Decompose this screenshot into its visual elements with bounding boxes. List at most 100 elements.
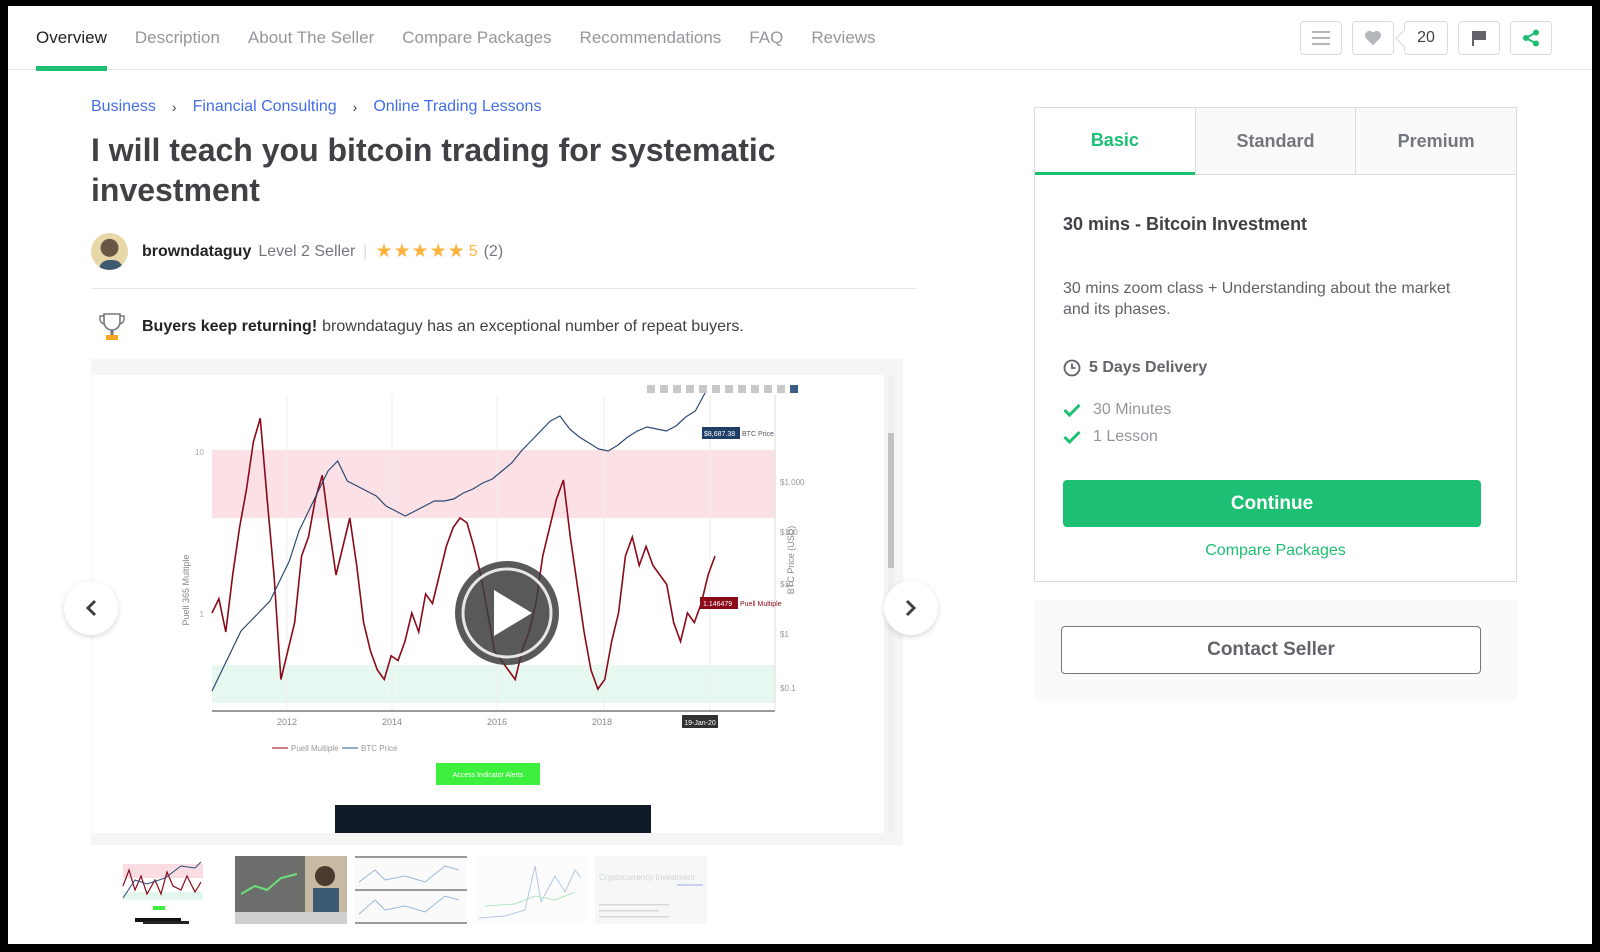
delivery-label: 5 Days Delivery — [1089, 359, 1208, 376]
feature-label: 1 Lesson — [1093, 427, 1158, 445]
legend-btc-label: BTC Price — [361, 744, 398, 753]
gallery-prev-button[interactable] — [64, 581, 118, 635]
page-frame: Overview Description About The Seller Co… — [8, 6, 1592, 944]
y-right-tick: $0.1 — [780, 684, 796, 693]
chart-toolbar-icon — [647, 385, 655, 393]
thumbnail-4[interactable] — [475, 856, 587, 924]
package-features: 30 Minutes 1 Lesson — [1063, 396, 1171, 450]
contact-seller-panel: Contact Seller — [1034, 600, 1517, 701]
breadcrumb-business[interactable]: Business — [91, 98, 156, 116]
tab-about-seller[interactable]: About The Seller — [248, 6, 374, 70]
review-count[interactable]: (2) — [484, 243, 504, 261]
scrollbar-thumb[interactable] — [888, 433, 894, 568]
seller-name-link[interactable]: browndataguy — [142, 243, 251, 261]
tab-reviews[interactable]: Reviews — [811, 6, 875, 70]
chart-toolbar-icon — [686, 385, 694, 393]
flag-icon — [1472, 31, 1486, 46]
package-tab-basic[interactable]: Basic — [1035, 108, 1195, 175]
tab-recommendations[interactable]: Recommendations — [580, 6, 722, 70]
gig-title: I will teach you bitcoin trading for sys… — [91, 132, 776, 208]
package-description: 30 mins zoom class + Understanding about… — [1063, 280, 1451, 318]
thumbnail-2[interactable] — [235, 856, 347, 924]
package-title: 30 mins - Bitcoin Investment — [1063, 214, 1308, 234]
breadcrumb: Business › Financial Consulting › Online… — [91, 98, 541, 116]
repeat-buyers-heading: Buyers keep returning! — [142, 318, 318, 335]
chart-toolbar-icon — [738, 385, 746, 393]
package-tab-standard[interactable]: Standard — [1194, 108, 1356, 175]
y-left-tick: 1 — [200, 610, 205, 619]
tab-compare-packages[interactable]: Compare Packages — [402, 6, 551, 70]
package-tabs: Basic Standard Premium — [1035, 108, 1517, 175]
chart-toolbar-icon — [777, 385, 785, 393]
x-tick-label: 2016 — [487, 717, 507, 727]
gallery-thumbnails: Cryptocurrency Investment — [115, 856, 715, 924]
top-navigation: Overview Description About The Seller Co… — [8, 6, 1592, 71]
contact-seller-button[interactable]: Contact Seller — [1061, 626, 1481, 674]
chart-toolbar-icon — [712, 385, 720, 393]
y-right-tick: $1,000 — [780, 478, 805, 487]
overvalued-band — [212, 450, 775, 518]
divider — [91, 288, 916, 289]
thumbnail-5[interactable]: Cryptocurrency Investment — [595, 856, 707, 924]
puell-tooltip-label: Puell Multiple — [740, 601, 782, 608]
chevron-right-icon — [905, 599, 917, 617]
chart-toolbar-icon — [660, 385, 668, 393]
seller-overview: browndataguy Level 2 Seller | ★ ★ ★ ★ ★ 5 (2… — [91, 233, 503, 270]
svg-text:Cryptocurrency Investment: Cryptocurrency Investment — [599, 873, 695, 882]
feature-item: 1 Lesson — [1063, 423, 1171, 450]
separator: | — [363, 242, 368, 260]
package-tab-premium[interactable]: Premium — [1355, 108, 1517, 175]
thumbnail-3[interactable] — [355, 856, 467, 924]
seller-level: Level 2 Seller — [258, 242, 356, 260]
star-icon: ★ — [429, 241, 448, 262]
share-icon — [1523, 29, 1539, 47]
tab-faq[interactable]: FAQ — [749, 6, 783, 70]
check-icon — [1063, 403, 1081, 417]
chevron-right-icon: › — [171, 99, 177, 115]
chart-toolbar-icon — [790, 385, 798, 393]
chevron-right-icon: › — [352, 99, 358, 115]
legend-puell-label: Puell Multiple — [291, 744, 339, 753]
tab-overview[interactable]: Overview — [36, 6, 107, 71]
seller-avatar[interactable] — [91, 233, 128, 270]
thumbnail-1[interactable] — [115, 856, 227, 924]
section-tabs: Overview Description About The Seller Co… — [36, 6, 904, 71]
x-tick-label: 2018 — [592, 717, 612, 727]
puell-tooltip-value: 1.146479 — [703, 601, 732, 608]
star-icon: ★ — [411, 241, 430, 262]
share-button[interactable] — [1510, 21, 1552, 55]
feature-label: 30 Minutes — [1093, 400, 1172, 418]
y-left-tick: 10 — [195, 448, 204, 457]
star-icon: ★ — [375, 241, 394, 262]
undervalued-band — [212, 665, 775, 703]
clock-icon — [1063, 359, 1081, 377]
chart-toolbar-icon — [764, 385, 772, 393]
breadcrumb-online-trading-lessons[interactable]: Online Trading Lessons — [373, 98, 541, 116]
check-icon — [1063, 430, 1081, 444]
breadcrumb-financial-consulting[interactable]: Financial Consulting — [193, 98, 337, 116]
star-icon: ★ — [393, 241, 412, 262]
like-button[interactable] — [1352, 21, 1394, 55]
chart-toolbar-icon — [673, 385, 681, 393]
btc-tooltip-value: $8,687.38 — [704, 431, 735, 438]
indicator-alerts-label: Access Indicator Alerts — [453, 772, 524, 779]
gallery-next-button[interactable] — [884, 581, 938, 635]
date-tooltip-value: 19-Jan-20 — [684, 720, 716, 727]
repeat-buyers-banner: Buyers keep returning! browndataguy has … — [98, 312, 744, 342]
continue-button[interactable]: Continue — [1063, 480, 1481, 527]
y-right-tick: $1 — [780, 630, 789, 639]
x-tick-label: 2012 — [277, 717, 297, 727]
collections-menu-button[interactable] — [1300, 21, 1342, 55]
heart-icon — [1365, 30, 1381, 46]
chart-toolbar-icon — [725, 385, 733, 393]
chevron-left-icon — [85, 599, 97, 617]
rating-score: 5 — [468, 242, 478, 260]
play-video-button[interactable] — [452, 558, 562, 668]
tab-description[interactable]: Description — [135, 6, 220, 70]
packages-panel: Basic Standard Premium 30 mins - Bitcoin… — [1034, 107, 1517, 582]
star-rating[interactable]: ★ ★ ★ ★ ★ — [375, 240, 465, 263]
report-button[interactable] — [1458, 21, 1500, 55]
y-left-axis-label: Puell 365 Multiple — [181, 554, 191, 625]
compare-packages-link[interactable]: Compare Packages — [1035, 542, 1516, 560]
promo-banner — [335, 805, 651, 833]
